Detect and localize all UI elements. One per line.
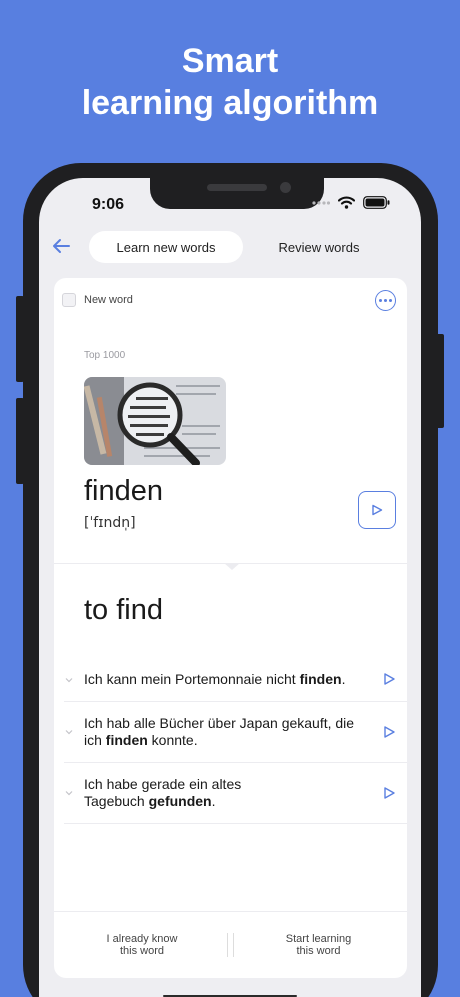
action-separator — [233, 933, 234, 957]
word-illustration-magnifier — [84, 377, 226, 465]
example-sentence-text: Ich hab alle Bücher über Japan gekauft, … — [84, 715, 355, 748]
more-dots-icon[interactable] — [375, 290, 396, 311]
word-translation: to find — [84, 594, 163, 626]
example-sentence-text: Ich habe gerade ein altes Tagebuch gefun… — [84, 776, 242, 809]
play-icon — [372, 504, 383, 516]
word-category: Top 1000 — [84, 350, 126, 361]
wifi-icon — [338, 196, 355, 209]
phone-notch — [150, 177, 324, 209]
signal-dots-icon — [312, 200, 330, 205]
speaker-grille — [207, 184, 267, 191]
play-example-icon[interactable] — [382, 725, 396, 739]
play-pronunciation-button[interactable] — [358, 491, 396, 529]
battery-icon — [363, 196, 390, 209]
status-icons — [312, 196, 390, 209]
play-example-icon[interactable] — [382, 672, 396, 686]
front-camera — [280, 182, 291, 193]
tab-review-words[interactable]: Review words — [250, 231, 388, 263]
status-time: 9:06 — [92, 196, 125, 213]
action-separator — [227, 933, 228, 957]
tab-learn-new-words[interactable]: Learn new words — [89, 231, 243, 263]
word-transcription: [ˈfɪndn̩] — [84, 515, 136, 531]
headline-line-2: learning algorithm — [81, 84, 379, 122]
example-sentence-text: Ich kann mein Portemonnaie nicht finden. — [84, 671, 346, 687]
promo-headline: Smart learning algorithm — [0, 40, 460, 124]
start-learning-line-1: Start learning — [285, 933, 352, 945]
play-example-icon[interactable] — [382, 786, 396, 800]
start-learning-line-2: this word — [296, 945, 341, 957]
new-word-checkbox[interactable] — [62, 293, 76, 307]
chevron-down-icon — [65, 791, 73, 796]
word-title: finden — [84, 475, 164, 507]
chevron-down-icon — [65, 678, 73, 683]
start-learning-button[interactable]: Start learning this word — [271, 933, 366, 957]
back-arrow-icon[interactable] — [50, 234, 72, 258]
new-word-label: New word — [84, 294, 133, 306]
divider-pointer — [224, 563, 240, 570]
already-know-line-1: I already know — [106, 933, 178, 945]
already-know-button[interactable]: I already know this word — [97, 933, 187, 957]
already-know-line-2: this word — [119, 945, 165, 957]
example-sentence-row[interactable]: Ich habe gerade ein altes Tagebuch gefun… — [64, 763, 407, 824]
example-sentence-row[interactable]: Ich hab alle Bücher über Japan gekauft, … — [64, 702, 407, 763]
chevron-down-icon — [65, 730, 73, 735]
headline-line-1: Smart — [181, 42, 279, 80]
example-sentence-row[interactable]: Ich kann mein Portemonnaie nicht finden. — [64, 658, 407, 702]
